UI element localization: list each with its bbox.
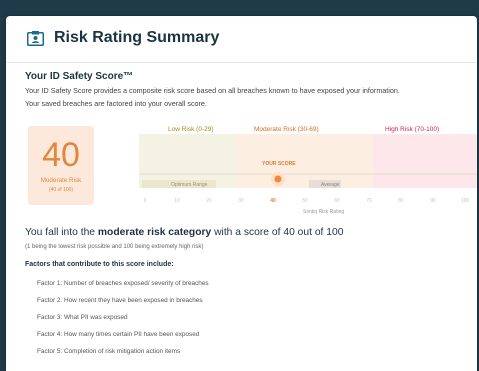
high-risk-zone: [373, 134, 477, 188]
gauge-tick-label: 0: [144, 198, 147, 204]
card-header: Risk Rating Summary: [6, 16, 477, 63]
category-name: moderate risk category: [97, 227, 212, 238]
risk-gauge: Optimum Range Average YOUR SCORE 0 10 20 30…: [139, 134, 477, 215]
description-line-2: Your saved breaches are factored into yo…: [25, 99, 207, 108]
score-risk-label: Moderate Risk: [40, 177, 82, 184]
description-line-1: Your ID Safety Score provides a composit…: [25, 86, 400, 95]
category-prefix: You fall into the: [25, 227, 98, 238]
high-risk-label: High Risk (70-100): [385, 126, 440, 133]
factor-item-1: Factor 1: Number of breaches exposed/ se…: [37, 280, 209, 287]
optimum-range-label: Optimum Range: [171, 182, 208, 188]
score-scale-note: (1 being the lowest risk possible and 10…: [25, 244, 204, 250]
gauge-tick-label: 80: [398, 198, 404, 204]
low-risk-label: Low Risk (0-29): [168, 126, 214, 133]
gauge-tick-label: 50: [302, 198, 308, 204]
category-suffix: with a score of 40 out of 100: [211, 227, 344, 238]
factor-item-3: Factor 3: What PII was exposed: [37, 314, 128, 321]
page-title: Risk Rating Summary: [54, 29, 220, 46]
score-value: 40: [42, 136, 80, 174]
moderate-risk-label: Moderate Risk (30-69): [254, 126, 319, 133]
risk-category-statement: You fall into the moderate risk category…: [25, 227, 343, 238]
factors-heading: Factors that contribute to this score in…: [25, 261, 174, 268]
moderate-risk-zone: [237, 134, 373, 188]
gauge-tick-label: 40: [270, 198, 276, 204]
id-safety-score-heading: Your ID Safety Score™: [25, 71, 134, 82]
average-label: Average: [321, 182, 340, 188]
low-risk-zone: [139, 134, 237, 188]
gauge-ticks: 0 10 20 30 40 50 60 70 80 90 100: [144, 198, 470, 204]
score-of-total: (40 of 100): [48, 187, 74, 193]
gauge-tick-label: 90: [430, 198, 436, 204]
gauge-tick-label: 60: [334, 198, 340, 204]
gauge-tick-label: 10: [174, 198, 180, 204]
gauge-tick-label: 30: [238, 198, 244, 204]
factor-item-5: Factor 5: Completion of risk mitigation …: [37, 348, 181, 355]
gauge-tick-label: 70: [366, 198, 372, 204]
score-description: Your ID Safety Score provides a composit…: [25, 84, 475, 110]
score-marker: [274, 175, 282, 183]
gauge-axis-label: Sontiq Risk Rating: [303, 209, 344, 215]
gauge-tick-label: 100: [461, 198, 470, 204]
factor-item-4: Factor 4: How many times certain PII hav…: [37, 331, 200, 338]
gauge-tick-label: 20: [206, 198, 212, 204]
score-badge: 40 Moderate Risk (40 of 100): [28, 126, 94, 205]
risk-summary-card: Risk Rating Summary Your ID Safety Score…: [6, 16, 477, 371]
factor-item-2: Factor 2: How recent they have been expo…: [37, 297, 203, 304]
your-score-label: YOUR SCORE: [262, 161, 296, 167]
id-card-icon: [27, 31, 44, 46]
